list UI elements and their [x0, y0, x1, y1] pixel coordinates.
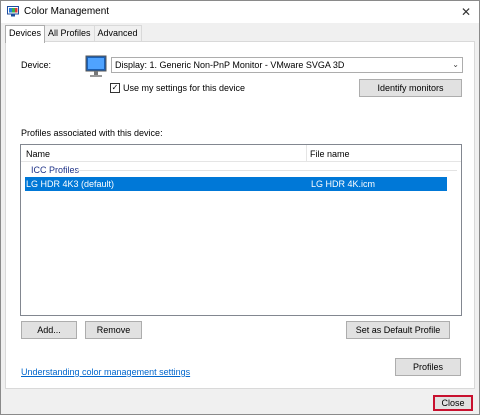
profile-name: LG HDR 4K3 (default)	[26, 179, 115, 189]
devices-panel: Device: Display: 1. Generic Non-PnP Moni…	[5, 41, 475, 389]
title-bar: Color Management ✕	[1, 1, 479, 23]
add-button[interactable]: Add...	[21, 321, 77, 339]
tab-strip: Devices All Profiles Advanced	[5, 25, 142, 43]
tab-all-profiles[interactable]: All Profiles	[44, 25, 95, 42]
profiles-section-label: Profiles associated with this device:	[21, 128, 163, 138]
chevron-down-icon: ⌄	[452, 60, 459, 69]
column-name[interactable]: Name	[26, 149, 50, 159]
close-button[interactable]: Close	[433, 395, 473, 411]
device-select-value: Display: 1. Generic Non-PnP Monitor - VM…	[115, 60, 345, 70]
table-row[interactable]: LG HDR 4K3 (default) LG HDR 4K.icm	[25, 177, 447, 191]
column-file-name[interactable]: File name	[310, 149, 350, 159]
column-separator	[306, 145, 307, 162]
device-label: Device:	[21, 60, 52, 70]
list-header: Name File name	[21, 145, 461, 162]
profile-file-name: LG HDR 4K.icm	[311, 179, 376, 189]
profiles-list[interactable]: Name File name ICC Profiles LG HDR 4K3 (…	[20, 144, 462, 316]
understanding-color-management-link[interactable]: Understanding color management settings	[21, 367, 190, 377]
set-default-profile-button[interactable]: Set as Default Profile	[346, 321, 450, 339]
group-header: ICC Profiles	[31, 165, 80, 175]
use-settings-checkbox[interactable]: ✓	[110, 83, 120, 93]
window-title: Color Management	[24, 6, 110, 17]
color-management-window: Color Management ✕ Devices All Profiles …	[0, 0, 480, 415]
identify-monitors-button[interactable]: Identify monitors	[359, 79, 462, 97]
profiles-button[interactable]: Profiles	[395, 358, 461, 376]
device-select[interactable]: Display: 1. Generic Non-PnP Monitor - VM…	[111, 57, 463, 73]
group-divider	[77, 170, 457, 171]
monitor-icon	[85, 55, 107, 77]
remove-button[interactable]: Remove	[85, 321, 142, 339]
window-close-icon[interactable]: ✕	[453, 1, 479, 23]
tab-advanced[interactable]: Advanced	[93, 25, 142, 42]
monitor-color-icon	[7, 6, 19, 17]
use-settings-label: Use my settings for this device	[123, 83, 246, 93]
tab-devices[interactable]: Devices	[5, 25, 46, 43]
